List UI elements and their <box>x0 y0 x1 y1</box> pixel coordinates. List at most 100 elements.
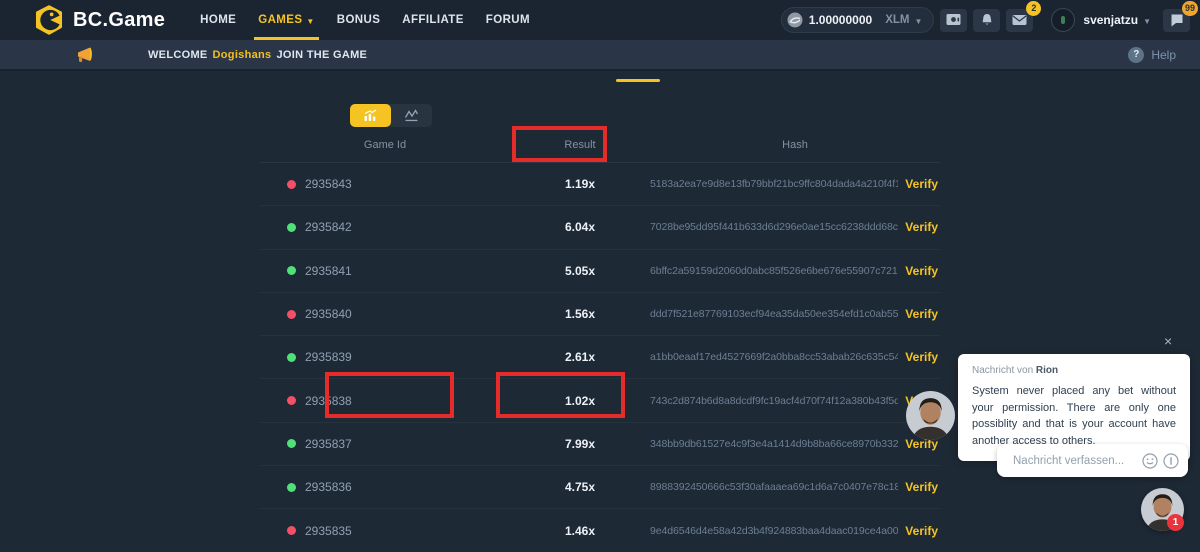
logo-text: BC.Game <box>73 9 165 32</box>
top-navbar: BC.Game HOMEGAMES▼BONUSAFFILIATEFORUM 1.… <box>0 0 1200 40</box>
column-header-game-id: Game Id <box>260 139 510 151</box>
megaphone-icon <box>74 46 96 64</box>
bcgame-logo-icon <box>34 5 64 35</box>
game-id-value: 2935835 <box>305 524 352 538</box>
game-id-cell[interactable]: 2935842 <box>260 220 510 234</box>
nav-item-bonus[interactable]: BONUS <box>326 0 392 40</box>
wallet-balance[interactable]: 1.00000000 XLM ▼ <box>781 7 935 33</box>
game-id-cell[interactable]: 2935835 <box>260 524 510 538</box>
hash-cell: 348bb9db61527e4c9f3e4a1414d9b8ba66ce8970… <box>650 437 940 451</box>
announcement-username: Dogishans <box>213 49 272 61</box>
vault-icon <box>946 13 961 27</box>
bar-chart-icon <box>363 109 378 122</box>
loss-dot-icon <box>287 310 296 319</box>
trend-view-button[interactable] <box>391 104 432 127</box>
mail-badge: 2 <box>1026 1 1041 16</box>
table-header-row: Game Id Result Hash <box>260 127 940 163</box>
result-value: 1.19x <box>510 177 650 191</box>
loss-dot-icon <box>287 526 296 535</box>
game-id-cell[interactable]: 2935841 <box>260 264 510 278</box>
verify-link[interactable]: Verify <box>905 177 938 191</box>
chat-input-placeholder: Nachricht verfassen... <box>1013 455 1137 467</box>
table-row: 29358426.04x7028be95dd95f441b633d6d296e0… <box>260 206 940 249</box>
hash-value: ddd7f521e87769103ecf94ea35da50ee354efd1c… <box>650 308 898 320</box>
hash-cell: 6bffc2a59159d2060d0abc85f526e6be676e5590… <box>650 264 940 278</box>
help-label: Help <box>1151 48 1176 62</box>
list-view-button[interactable] <box>350 104 391 127</box>
result-value: 7.99x <box>510 437 650 451</box>
notifications-button[interactable] <box>973 9 1000 32</box>
bcgame-logo[interactable]: BC.Game <box>34 5 165 35</box>
game-history-table: Game Id Result Hash 29358431.19x5183a2ea… <box>260 127 940 552</box>
nav-item-label: GAMES <box>258 14 302 26</box>
table-row: 29358377.99x348bb9db61527e4c9f3e4a1414d9… <box>260 423 940 466</box>
hash-cell: 7028be95dd95f441b633d6d296e0ae15cc6238dd… <box>650 220 940 234</box>
envelope-icon <box>1012 14 1027 26</box>
win-dot-icon <box>287 223 296 232</box>
verify-link[interactable]: Verify <box>905 524 938 538</box>
tab-indicator-line <box>616 79 660 82</box>
game-id-cell[interactable]: 2935843 <box>260 177 510 191</box>
main-nav: HOMEGAMES▼BONUSAFFILIATEFORUM <box>189 0 541 40</box>
chat-close-icon[interactable]: × <box>1164 334 1172 348</box>
verify-link[interactable]: Verify <box>905 350 938 364</box>
chat-bubble-icon <box>1170 13 1184 27</box>
announcement-bar: WELCOMEDogishansJOIN THE GAME ? Help <box>0 40 1200 71</box>
nav-item-forum[interactable]: FORUM <box>475 0 541 40</box>
chat-toggle-button[interactable]: 99 <box>1163 9 1190 32</box>
verify-link[interactable]: Verify <box>905 220 938 234</box>
game-id-value: 2935841 <box>305 264 352 278</box>
chat-count-badge: 99 <box>1182 1 1198 16</box>
win-dot-icon <box>287 483 296 492</box>
chat-input[interactable]: Nachricht verfassen... <box>997 444 1188 477</box>
result-value: 4.75x <box>510 480 650 494</box>
table-row: 29358392.61xa1bb0eaaf17ed4527669f2a0bba8… <box>260 336 940 379</box>
username: svenjatzu <box>1083 13 1138 27</box>
nav-item-home[interactable]: HOME <box>189 0 247 40</box>
nav-item-affiliate[interactable]: AFFILIATE <box>391 0 475 40</box>
nav-item-games[interactable]: GAMES▼ <box>247 0 326 40</box>
result-value: 2.61x <box>510 350 650 364</box>
chat-agent-avatar <box>906 391 955 440</box>
hash-cell: 743c2d874b6d8a8dcdf9fc19acf4d70f74f12a38… <box>650 394 940 408</box>
chat-unread-badge: 1 <box>1167 514 1184 531</box>
result-value: 5.05x <box>510 264 650 278</box>
game-id-cell[interactable]: 2935840 <box>260 307 510 321</box>
user-avatar <box>1051 8 1075 32</box>
help-button[interactable]: ? Help <box>1128 47 1176 63</box>
vault-button[interactable] <box>940 9 967 32</box>
table-row: 29358351.46x9e4d6546d4e58a42d3b4f924883b… <box>260 509 940 551</box>
question-mark-icon: ? <box>1128 47 1144 63</box>
hash-value: 348bb9db61527e4c9f3e4a1414d9b8ba66ce8970… <box>650 438 898 450</box>
hash-cell: 9e4d6546d4e58a42d3b4f924883baa4daac019ce… <box>650 524 940 538</box>
table-row: 29358431.19x5183a2ea7e9d8e13fb79bbf21bc9… <box>260 163 940 206</box>
game-id-cell[interactable]: 2935838 <box>260 394 510 408</box>
announcement-text[interactable]: WELCOMEDogishansJOIN THE GAME <box>148 49 367 61</box>
loss-dot-icon <box>287 180 296 189</box>
emoji-icon[interactable] <box>1142 453 1158 469</box>
game-id-cell[interactable]: 2935837 <box>260 437 510 451</box>
chevron-down-icon: ▼ <box>1143 17 1151 26</box>
messages-button[interactable]: 2 <box>1006 9 1033 32</box>
hash-cell: 5183a2ea7e9d8e13fb79bbf21bc9ffc804dada4a… <box>650 177 940 191</box>
verify-link[interactable]: Verify <box>905 480 938 494</box>
verify-link[interactable]: Verify <box>905 307 938 321</box>
hash-cell: 8988392450666c53f30afaaaea69c1d6a7c0407e… <box>650 480 940 494</box>
win-dot-icon <box>287 439 296 448</box>
hash-value: a1bb0eaaf17ed4527669f2a0bba8cc53abab26c6… <box>650 351 898 363</box>
game-id-value: 2935840 <box>305 307 352 321</box>
user-menu[interactable]: svenjatzu ▼ <box>1051 8 1151 32</box>
hash-value: 9e4d6546d4e58a42d3b4f924883baa4daac019ce… <box>650 525 898 537</box>
chevron-down-icon: ▼ <box>914 17 922 26</box>
table-row: 2935840 1.56xddd7f521e87769103ecf94ea35da… <box>260 293 940 336</box>
attach-icon[interactable] <box>1163 453 1179 469</box>
game-id-cell[interactable]: 2935836 <box>260 480 510 494</box>
hash-value: 7028be95dd95f441b633d6d296e0ae15cc6238dd… <box>650 221 898 233</box>
chat-sender-name: Rion <box>1036 365 1058 376</box>
bell-icon <box>980 13 994 27</box>
message-from-text: Nachricht von <box>972 365 1033 376</box>
verify-link[interactable]: Verify <box>905 264 938 278</box>
result-value: 1.56x <box>510 307 650 321</box>
game-id-cell[interactable]: 2935839 <box>260 350 510 364</box>
chat-message-label: Nachricht von Rion <box>972 365 1176 376</box>
